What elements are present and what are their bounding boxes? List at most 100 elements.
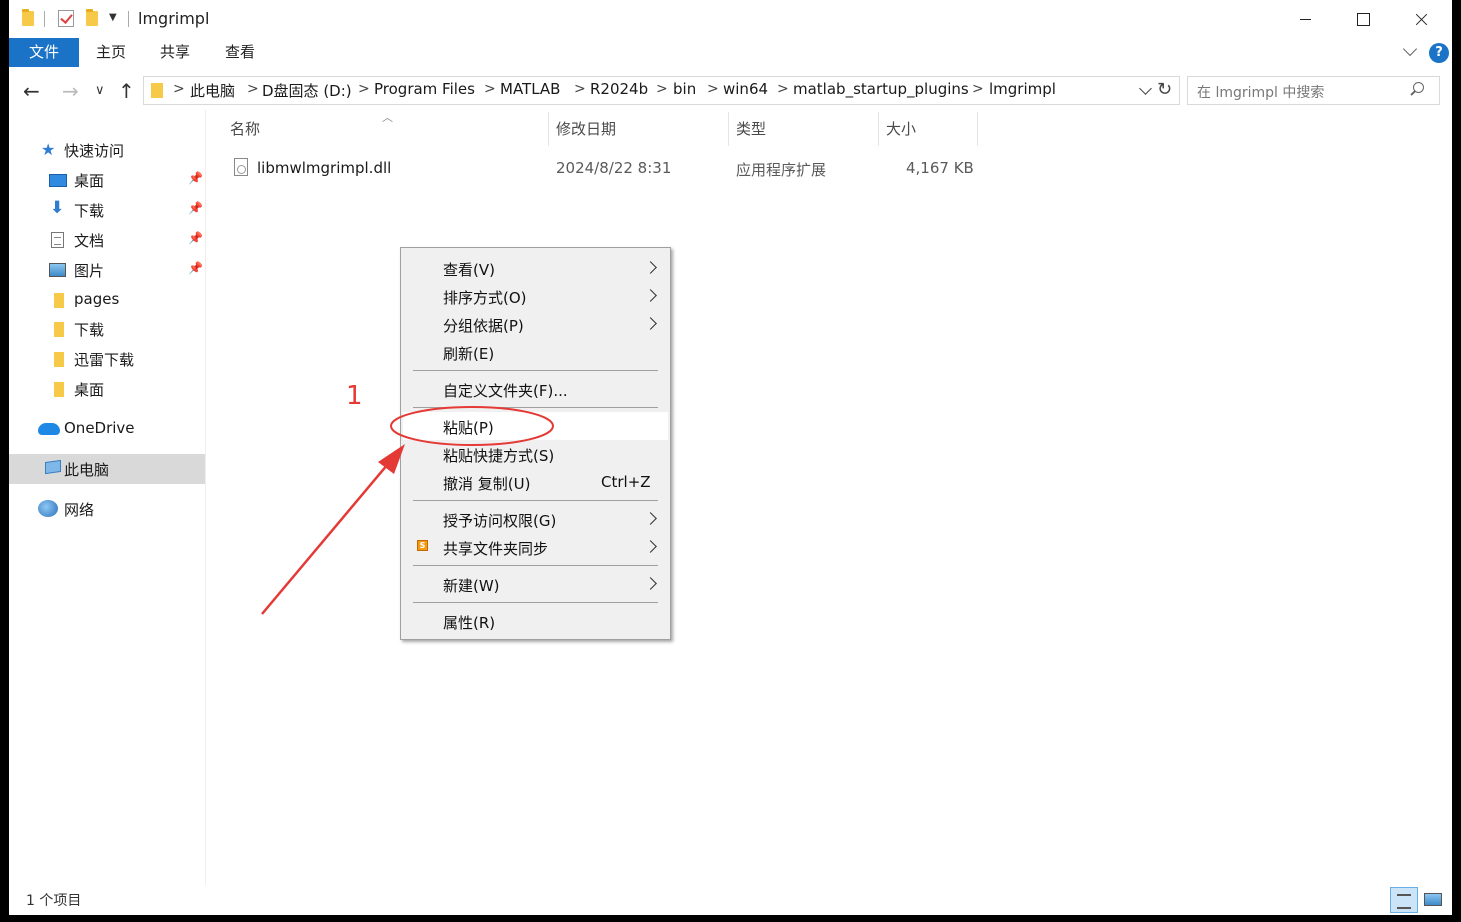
breadcrumb-separator[interactable]: > <box>777 81 789 97</box>
breadcrumb-program-files[interactable]: Program Files <box>374 80 475 98</box>
breadcrumb-separator[interactable]: > <box>574 81 586 97</box>
sidebar-item-label: 迅雷下载 <box>74 351 135 369</box>
breadcrumb-matlab-startup-plugins[interactable]: matlab_startup_plugins <box>793 80 969 98</box>
breadcrumb-this-pc[interactable]: 此电脑 <box>190 80 235 101</box>
sidebar-item-desktop[interactable]: 桌面 📌 <box>9 165 205 195</box>
expand-ribbon-icon[interactable] <box>1402 41 1418 57</box>
breadcrumb-d-drive[interactable]: D盘固态 (D:) <box>262 80 352 101</box>
submenu-arrow-icon <box>644 289 657 302</box>
toolbar-divider <box>128 11 129 27</box>
sidebar-item-quick-access[interactable]: ★ 快速访问 <box>9 135 205 165</box>
file-modified-date: 2024/8/22 8:31 <box>556 159 672 177</box>
menu-item-refresh[interactable]: 刷新(E) <box>403 338 668 366</box>
large-icons-view-icon[interactable] <box>1422 889 1444 909</box>
tab-home[interactable]: 主页 <box>96 38 126 67</box>
menu-item-properties[interactable]: 属性(R) <box>403 607 668 635</box>
menu-item-label: 属性(R) <box>443 614 496 632</box>
column-divider[interactable] <box>977 112 978 146</box>
sidebar-item-documents[interactable]: 文档 📌 <box>9 225 205 255</box>
breadcrumb-separator[interactable]: > <box>484 81 496 97</box>
back-button[interactable]: ← <box>23 78 40 104</box>
search-box[interactable]: 在 lmgrimpl 中搜索 <box>1187 76 1440 105</box>
tab-file[interactable]: 文件 <box>9 38 79 67</box>
new-folder-icon[interactable] <box>86 9 98 26</box>
search-icon[interactable] <box>1413 82 1424 93</box>
column-divider[interactable] <box>548 112 549 146</box>
table-row[interactable]: libmwlmgrimpl.dll 2024/8/22 8:31 应用程序扩展 … <box>227 154 987 182</box>
menu-item-group-by[interactable]: 分组依据(P) <box>403 310 668 338</box>
pin-icon[interactable]: 📌 <box>188 231 203 245</box>
submenu-arrow-icon <box>644 317 657 330</box>
breadcrumb-separator[interactable]: > <box>972 81 984 97</box>
forward-button[interactable]: → <box>62 78 79 104</box>
menu-item-new[interactable]: 新建(W) <box>403 570 668 598</box>
menu-item-label: 粘贴(P) <box>443 419 494 437</box>
breadcrumb-separator[interactable]: > <box>173 81 185 97</box>
breadcrumb-win64[interactable]: win64 <box>723 80 768 98</box>
breadcrumb-lmgrimpl[interactable]: lmgrimpl <box>989 80 1056 98</box>
item-count: 1 个项目 <box>26 893 82 909</box>
menu-item-label: 撤消 复制(U) <box>443 475 531 493</box>
folder-icon <box>54 382 64 397</box>
pane-divider[interactable] <box>205 110 206 885</box>
sidebar-item-label: 桌面 <box>74 381 105 399</box>
search-placeholder[interactable]: 在 lmgrimpl 中搜索 <box>1197 82 1324 102</box>
toolbar-divider <box>44 11 45 27</box>
submenu-arrow-icon <box>644 577 657 590</box>
breadcrumb-separator[interactable]: > <box>358 81 370 97</box>
column-header-name[interactable]: 名称 <box>230 118 260 148</box>
breadcrumb-r2024b[interactable]: R2024b <box>590 80 648 98</box>
menu-item-paste-shortcut[interactable]: 粘贴快捷方式(S) <box>403 440 668 468</box>
menu-item-shared-folder-sync[interactable]: S 共享文件夹同步 <box>403 533 668 561</box>
sidebar-item-label: 桌面 <box>74 172 105 190</box>
recent-locations-button[interactable]: ∨ <box>95 78 105 104</box>
sidebar-item-pictures[interactable]: 图片 📌 <box>9 255 205 285</box>
address-dropdown-icon[interactable] <box>1139 82 1152 95</box>
menu-item-undo-copy[interactable]: 撤消 复制(U) Ctrl+Z <box>403 468 668 496</box>
up-button[interactable]: ↑ <box>118 78 135 104</box>
menu-separator <box>413 602 658 603</box>
sidebar-item-pages[interactable]: pages <box>9 285 205 315</box>
sidebar-item-downloads[interactable]: ⬇ 下载 📌 <box>9 195 205 225</box>
pin-icon[interactable]: 📌 <box>188 201 203 215</box>
breadcrumb-separator[interactable]: > <box>247 81 259 97</box>
quick-access-dropdown-icon[interactable]: ▼ <box>109 12 117 23</box>
column-divider[interactable] <box>728 112 729 146</box>
tab-share[interactable]: 共享 <box>160 38 190 67</box>
menu-item-paste[interactable]: 粘贴(P) <box>403 412 668 440</box>
menu-item-give-access[interactable]: 授予访问权限(G) <box>403 505 668 533</box>
menu-item-sort-by[interactable]: 排序方式(O) <box>403 282 668 310</box>
breadcrumb-separator[interactable]: > <box>656 81 668 97</box>
minimize-button[interactable] <box>1276 0 1334 38</box>
column-header-size[interactable]: 大小 <box>886 118 916 148</box>
properties-icon[interactable] <box>58 10 74 27</box>
ribbon-tabs: 文件 主页 共享 查看 ? <box>9 38 1452 67</box>
file-size: 4,167 KB <box>906 159 974 177</box>
column-header-type[interactable]: 类型 <box>736 118 766 148</box>
download-icon: ⬇ <box>50 198 65 218</box>
maximize-button[interactable] <box>1334 0 1392 38</box>
menu-item-label: 新建(W) <box>443 577 500 595</box>
breadcrumb-matlab[interactable]: MATLAB <box>500 80 560 98</box>
sidebar-item-download-folder[interactable]: 下载 <box>9 314 205 344</box>
column-divider[interactable] <box>878 112 879 146</box>
details-view-icon[interactable] <box>1390 887 1418 913</box>
sidebar-item-onedrive[interactable]: OneDrive <box>9 414 205 444</box>
pin-icon[interactable]: 📌 <box>188 261 203 275</box>
address-bar[interactable]: > 此电脑 > D盘固态 (D:) > Program Files > MATL… <box>143 76 1180 105</box>
folder-icon <box>54 322 64 337</box>
menu-item-view[interactable]: 查看(V) <box>403 254 668 282</box>
pin-icon[interactable]: 📌 <box>188 171 203 185</box>
tab-view[interactable]: 查看 <box>225 38 255 67</box>
column-header-date[interactable]: 修改日期 <box>556 118 616 148</box>
sidebar-item-desktop-folder[interactable]: 桌面 <box>9 374 205 404</box>
breadcrumb-separator[interactable]: > <box>707 81 719 97</box>
sidebar-item-this-pc[interactable]: 此电脑 <box>9 454 205 484</box>
sidebar-item-network[interactable]: 网络 <box>9 494 205 524</box>
breadcrumb-bin[interactable]: bin <box>673 80 696 98</box>
refresh-icon[interactable]: ↻ <box>1157 79 1172 100</box>
help-icon[interactable]: ? <box>1429 43 1449 63</box>
menu-item-customize-folder[interactable]: 自定义文件夹(F)... <box>403 375 668 403</box>
close-button[interactable] <box>1392 0 1450 38</box>
sidebar-item-xunlei-downloads[interactable]: 迅雷下载 <box>9 344 205 374</box>
